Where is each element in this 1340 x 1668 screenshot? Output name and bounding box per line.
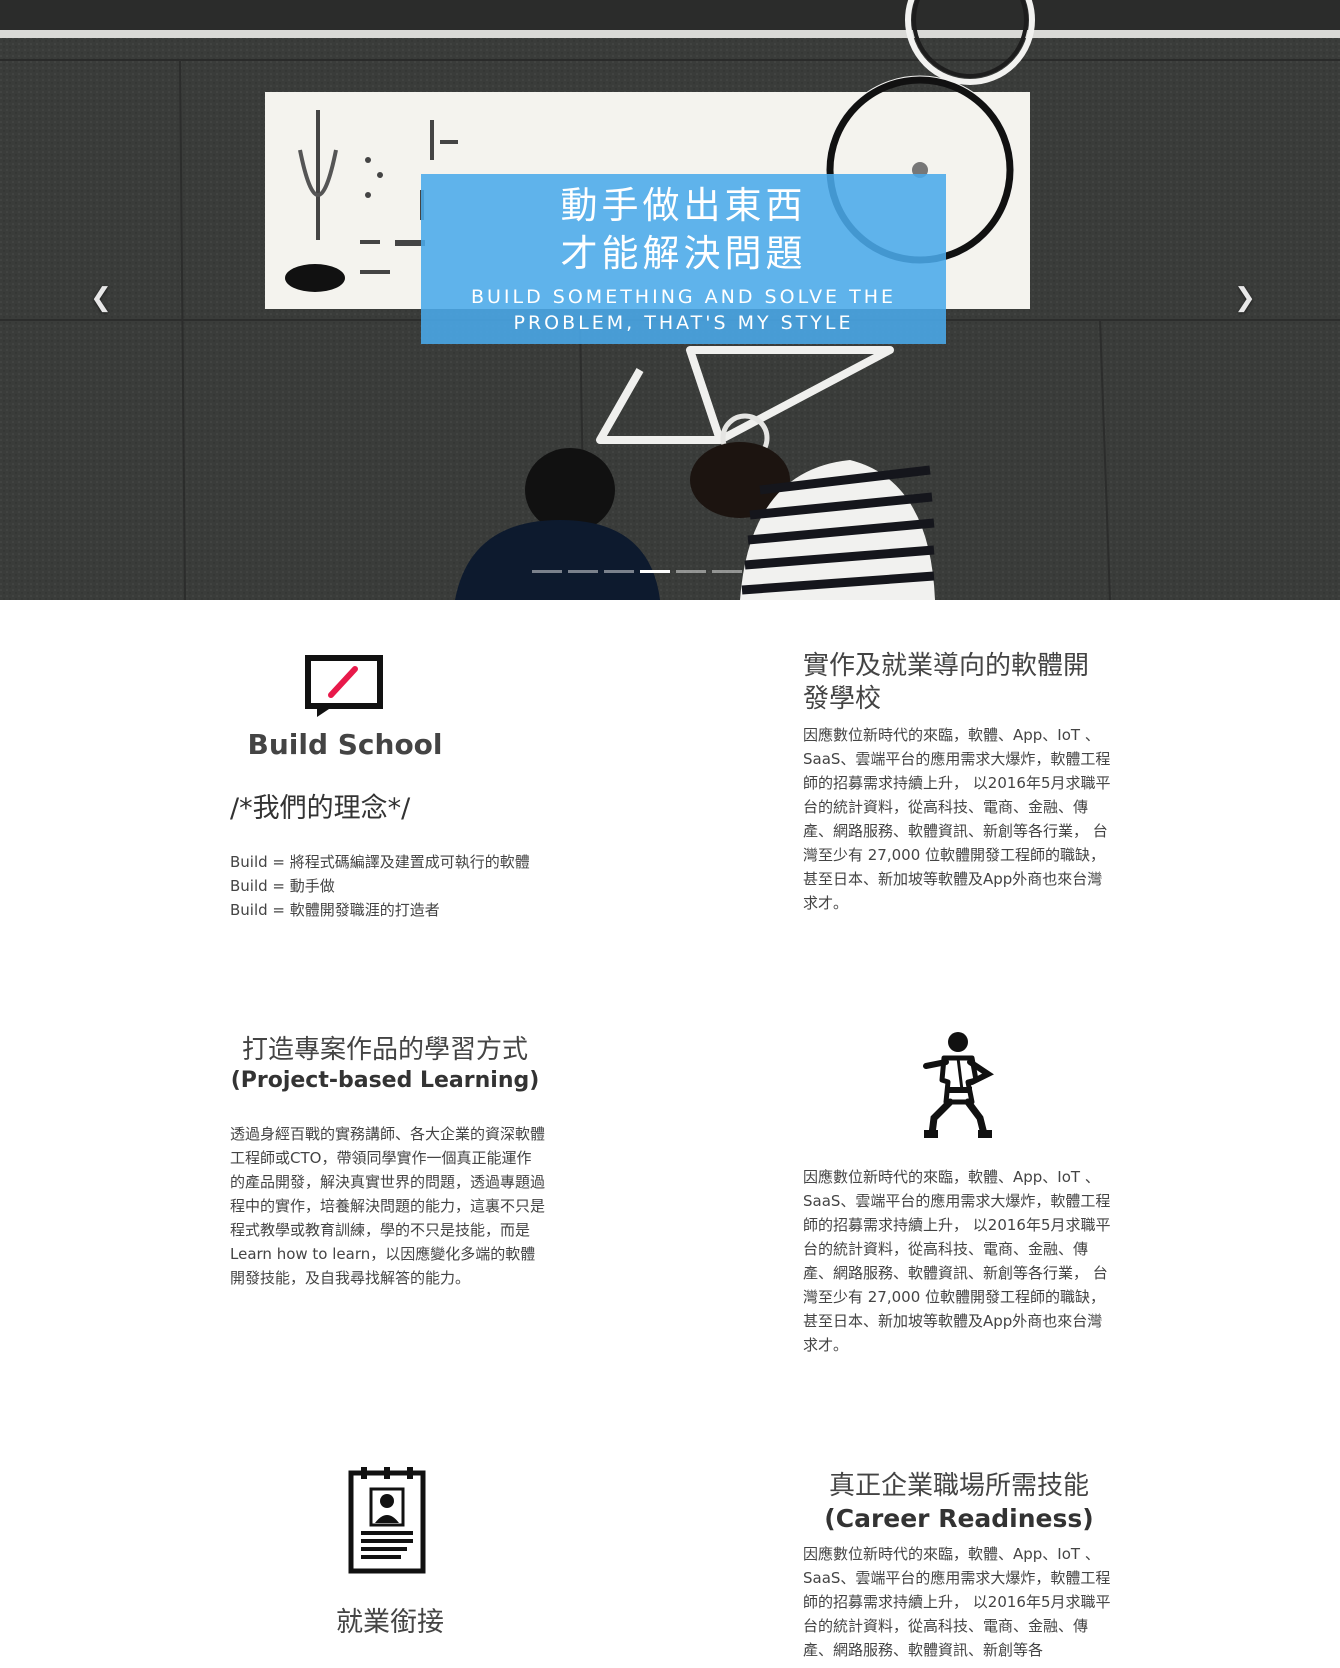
hero-caption-en-line1: BUILD SOMETHING AND SOLVE THE xyxy=(470,286,897,308)
hero-caption-en-line2: PROBLEM, THAT'S MY STYLE xyxy=(513,312,854,334)
project-learning-title-en: (Project-based Learning) xyxy=(230,1068,540,1093)
hero-caption-zh-line2: 才能解決問題 xyxy=(560,232,807,275)
career-readiness-heading: 真正企業職場所需技能 (Career Readiness) xyxy=(803,1470,1115,1535)
philosophy-item: Build = 動手做 xyxy=(230,877,335,895)
software-school-title-line1: 實作及就業導向的軟體開 xyxy=(803,651,1090,681)
hero-carousel: 動手做出東西 才能解決問題 BUILD SOMETHING AND SOLVE … xyxy=(0,0,1340,600)
carousel-indicator-6[interactable] xyxy=(712,570,742,573)
carousel-indicator-4[interactable] xyxy=(640,570,670,573)
project-learning-right-body: 因應數位新時代的來臨，軟體、App、IoT 、SaaS、雲端平台的應用需求大爆炸… xyxy=(803,1168,1111,1354)
software-school-heading: 實作及就業導向的軟體開 發學校 xyxy=(803,650,1115,716)
chevron-left-icon: ❮ xyxy=(90,283,112,313)
brand-title: Build School xyxy=(247,728,443,761)
carousel-indicator-3[interactable] xyxy=(604,570,634,573)
philosophy-item: Build = 軟體開發職涯的打造者 xyxy=(230,901,440,919)
hero-caption-zh-line1: 動手做出東西 xyxy=(560,184,807,227)
career-readiness-title-en: (Career Readiness) xyxy=(824,1504,1094,1533)
carousel-indicator-1[interactable] xyxy=(532,570,562,573)
philosophy-item: Build = 將程式碼編譯及建置成可執行的軟體 xyxy=(230,853,530,871)
hero-caption: 動手做出東西 才能解決問題 BUILD SOMETHING AND SOLVE … xyxy=(421,174,946,344)
martial-arts-person-icon xyxy=(922,1030,994,1144)
project-learning-title-zh: 打造專案作品的學習方式 xyxy=(241,1035,528,1065)
chevron-right-icon: ❯ xyxy=(1234,283,1256,313)
carousel-indicators xyxy=(532,570,742,573)
project-learning-body: 透過身經百戰的實務講師、各大企業的資深軟體工程師或CTO，帶領同學實作一個真正能… xyxy=(230,1125,546,1287)
career-connection-title: 就業銜接 xyxy=(336,1607,444,1638)
project-learning-heading: 打造專案作品的學習方式 (Project-based Learning) xyxy=(230,1034,540,1095)
carousel-indicator-2[interactable] xyxy=(568,570,598,573)
career-readiness-body: 因應數位新時代的來臨，軟體、App、IoT 、SaaS、雲端平台的應用需求大爆炸… xyxy=(803,1545,1111,1659)
carousel-next-button[interactable]: ❯ xyxy=(1230,283,1260,313)
career-readiness-title-zh: 真正企業職場所需技能 xyxy=(828,1471,1089,1501)
carousel-indicator-5[interactable] xyxy=(676,570,706,573)
software-school-body: 因應數位新時代的來臨，軟體、App、IoT 、SaaS、雲端平台的應用需求大爆炸… xyxy=(803,726,1111,912)
philosophy-list: Build = 將程式碼編譯及建置成可執行的軟體 Build = 動手做 Bui… xyxy=(230,850,570,922)
carousel-prev-button[interactable]: ❮ xyxy=(86,283,116,313)
philosophy-title: /*我們的理念*/ xyxy=(230,793,411,824)
software-school-title-line2: 發學校 xyxy=(803,684,882,714)
resume-clipboard-icon xyxy=(347,1465,427,1579)
speech-bubble-slash-icon xyxy=(305,655,383,721)
